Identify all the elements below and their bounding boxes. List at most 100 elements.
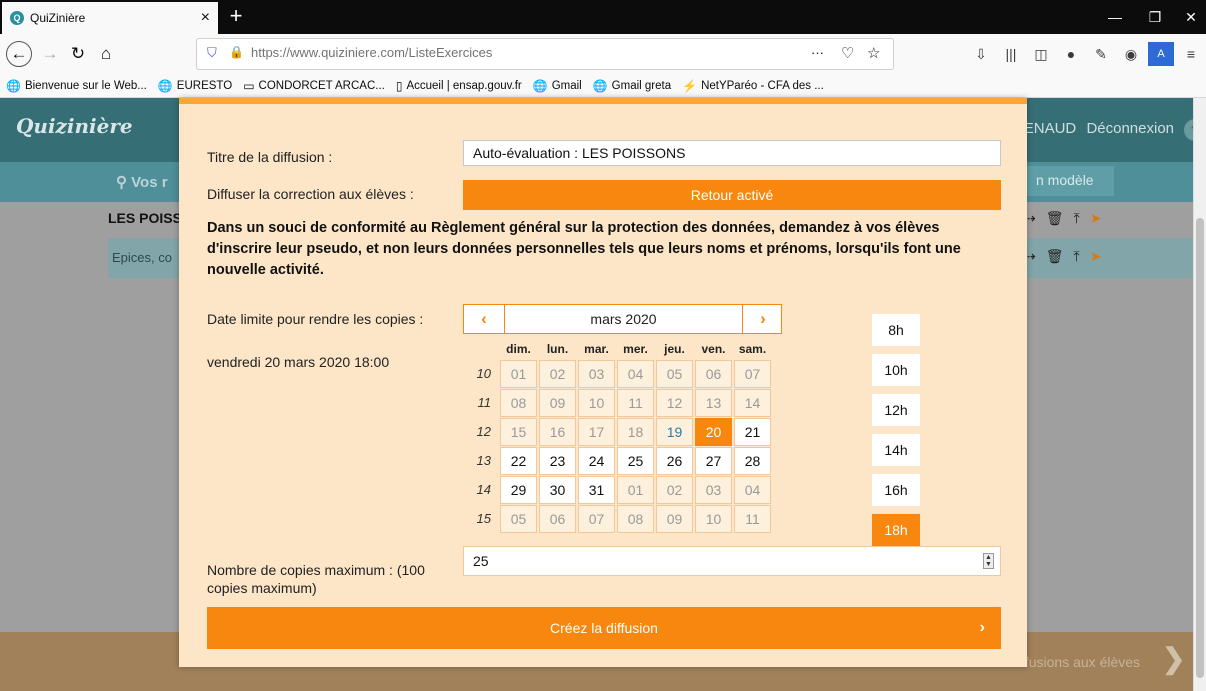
new-tab-button[interactable]: + [222, 2, 250, 32]
move-top-icon[interactable]: ⤒ [1074, 248, 1080, 265]
calendar-day[interactable]: 26 [656, 447, 693, 475]
bookmark-item[interactable]: 🌐 Bienvenue sur le Web... [6, 79, 147, 93]
page-scrollbar[interactable] [1193, 98, 1206, 691]
bookmark-item[interactable]: ▭ CONDORCET ARCAC... [243, 79, 385, 93]
model-button[interactable]: n modèle [1016, 166, 1114, 196]
download-icon[interactable]: ⇩ [968, 42, 994, 66]
calendar-day[interactable]: 08 [500, 389, 537, 417]
calendar-day[interactable]: 05 [500, 505, 537, 533]
calendar-day[interactable]: 04 [734, 476, 771, 504]
spinner-icon[interactable]: ▲ ▼ [983, 553, 994, 569]
exercise-row-title[interactable]: LES POISS [108, 210, 182, 226]
calendar-day[interactable]: 22 [500, 447, 537, 475]
browser-tab[interactable]: Q QuiZinière × [2, 2, 218, 34]
play-icon[interactable]: ➤ [1090, 210, 1102, 227]
back-icon[interactable]: ← [6, 41, 32, 67]
calendar-day[interactable]: 03 [695, 476, 732, 504]
menu-icon[interactable]: ≡ [1178, 42, 1204, 66]
calendar-day[interactable]: 06 [695, 360, 732, 388]
hour-option[interactable]: 14h [872, 434, 920, 466]
logout-link[interactable]: Déconnexion [1086, 120, 1174, 137]
home-icon[interactable]: ⌂ [92, 40, 120, 68]
calendar-day[interactable]: 18 [617, 418, 654, 446]
pocket-icon[interactable]: ♡ [841, 44, 854, 62]
calendar-day[interactable]: 01 [617, 476, 654, 504]
url-input[interactable] [251, 45, 771, 60]
title-input[interactable] [463, 140, 1001, 166]
bookmark-item[interactable]: 🌐 Gmail greta [593, 79, 671, 93]
lock-icon[interactable]: 🔒 [229, 45, 244, 59]
bookmark-item[interactable]: ▯ Accueil | ensap.gouv.fr [396, 79, 522, 93]
footer-arrow-icon[interactable]: ❯ [1162, 642, 1185, 675]
create-diffusion-button[interactable]: Créez la diffusion › [207, 607, 1001, 649]
calendar-day[interactable]: 11 [734, 505, 771, 533]
tracking-shield-icon[interactable]: ⛉ [207, 45, 217, 61]
move-top-icon[interactable]: ⤒ [1074, 210, 1080, 227]
calendar-day[interactable]: 23 [539, 447, 576, 475]
sidebar-icon[interactable]: ◫ [1028, 42, 1054, 66]
delete-icon[interactable]: 🗑 [1046, 248, 1064, 265]
bookmark-item[interactable]: 🌐 EURESTO [158, 79, 232, 93]
hour-option[interactable]: 16h [872, 474, 920, 506]
calendar-day[interactable]: 08 [617, 505, 654, 533]
delete-icon[interactable]: 🗑 [1046, 210, 1064, 227]
prev-month-icon[interactable]: ‹ [464, 305, 504, 333]
calendar-day[interactable]: 09 [656, 505, 693, 533]
calendar-day-selected[interactable]: 20 [695, 418, 732, 446]
calendar-day[interactable]: 02 [656, 476, 693, 504]
calendar-day[interactable]: 25 [617, 447, 654, 475]
calendar-day[interactable]: 28 [734, 447, 771, 475]
calendar-day[interactable]: 07 [734, 360, 771, 388]
calendar-day[interactable]: 30 [539, 476, 576, 504]
calendar-day[interactable]: 31 [578, 476, 615, 504]
bookmark-item[interactable]: ⚡ NetYParéo - CFA des ... [682, 79, 824, 93]
calendar-day[interactable]: 04 [617, 360, 654, 388]
calendar-day[interactable]: 15 [500, 418, 537, 446]
forward-icon[interactable]: → [36, 40, 64, 68]
library-icon[interactable]: ||| [998, 42, 1024, 66]
diffusions-link[interactable]: Diffusions aux élèves [1008, 654, 1140, 670]
calendar-day[interactable]: 07 [578, 505, 615, 533]
correction-toggle-button[interactable]: Retour activé [463, 180, 1001, 210]
calendar-day[interactable]: 03 [578, 360, 615, 388]
calendar-day[interactable]: 14 [734, 389, 771, 417]
calendar-day[interactable]: 09 [539, 389, 576, 417]
calendar-day[interactable]: 19 [656, 418, 693, 446]
tab-close-icon[interactable]: × [201, 9, 210, 27]
extension-puzzle-icon[interactable]: ✎ [1088, 42, 1114, 66]
play-icon[interactable]: ➤ [1090, 248, 1102, 265]
calendar-day[interactable]: 10 [695, 505, 732, 533]
calendar-day[interactable]: 21 [734, 418, 771, 446]
calendar-day[interactable]: 05 [656, 360, 693, 388]
hour-option[interactable]: 18h [872, 514, 920, 546]
max-copies-input[interactable]: 25 ▲ ▼ [463, 546, 1001, 576]
next-month-icon[interactable]: › [743, 305, 783, 333]
calendar-day[interactable]: 27 [695, 447, 732, 475]
calendar-day[interactable]: 01 [500, 360, 537, 388]
extension-color-icon[interactable]: ● [1058, 42, 1084, 66]
calendar-day[interactable]: 13 [695, 389, 732, 417]
window-close-icon[interactable]: ✕ [1168, 0, 1206, 34]
calendar-day[interactable]: 29 [500, 476, 537, 504]
translate-icon[interactable]: A [1148, 42, 1174, 66]
scrollbar-thumb[interactable] [1196, 218, 1204, 678]
calendar-day[interactable]: 10 [578, 389, 615, 417]
account-icon[interactable]: ◉ [1118, 42, 1144, 66]
hour-option[interactable]: 8h [872, 314, 920, 346]
calendar-month[interactable]: mars 2020 [504, 305, 743, 333]
hour-option[interactable]: 12h [872, 394, 920, 426]
calendar-day[interactable]: 24 [578, 447, 615, 475]
calendar-day[interactable]: 06 [539, 505, 576, 533]
hour-option[interactable]: 10h [872, 354, 920, 386]
reload-icon[interactable]: ↻ [64, 40, 92, 68]
calendar-day[interactable]: 02 [539, 360, 576, 388]
bookmark-star-icon[interactable]: ☆ [867, 44, 880, 62]
quiziniere-logo[interactable]: Quizinière [16, 114, 133, 138]
calendar-day[interactable]: 16 [539, 418, 576, 446]
calendar-day[interactable]: 12 [656, 389, 693, 417]
calendar-day[interactable]: 11 [617, 389, 654, 417]
page-actions-icon[interactable]: ··· [811, 45, 824, 60]
url-bar[interactable]: ⛉ 🔒 ··· ♡ ☆ [196, 38, 894, 70]
bookmark-item[interactable]: 🌐 Gmail [533, 79, 582, 93]
calendar-day[interactable]: 17 [578, 418, 615, 446]
